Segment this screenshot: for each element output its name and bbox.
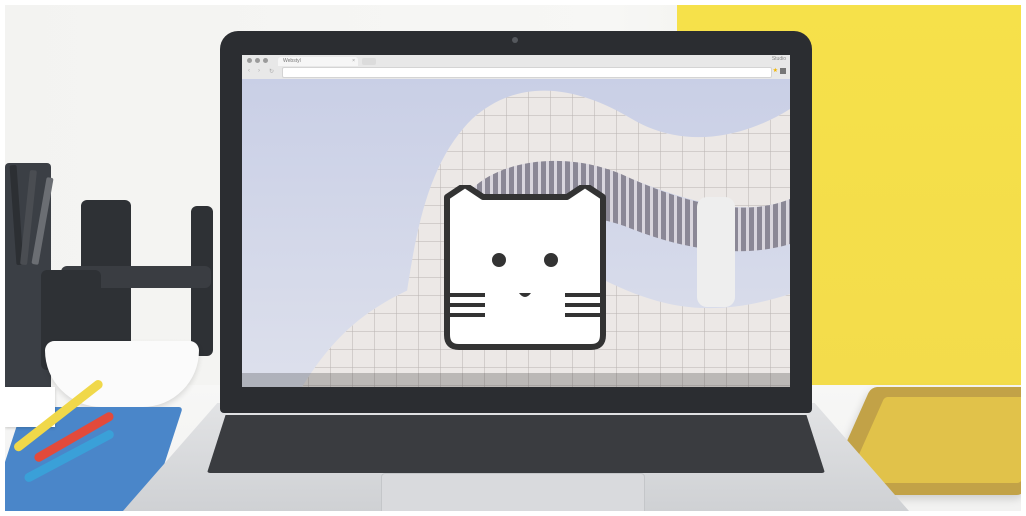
webcam [512,37,518,43]
desk-scene: Webstyl × Studio ‹ › ↻ ★ [5,5,1021,511]
cat-eye-left [492,253,506,267]
reload-icon[interactable]: ↻ [269,68,274,75]
tab-close-icon[interactable]: × [352,57,355,66]
window-close-dot[interactable] [247,58,252,63]
browser-toolbar: Webstyl × Studio ‹ › ↻ ★ [242,55,790,80]
laptop-keyboard [207,415,825,473]
bookmark-star-icon[interactable]: ★ [773,67,778,74]
browser-menu-icon[interactable] [780,68,786,74]
cat-head-outline [444,185,606,350]
browser-tab-label: Webstyl [283,58,301,64]
cat-eye-right [544,253,558,267]
laptop-trackpad [381,473,645,511]
window-zoom-dot[interactable] [263,58,268,63]
back-icon[interactable]: ‹ [248,68,250,74]
browser-tab[interactable]: Webstyl × [278,57,358,66]
cat-face-icon [444,185,606,350]
new-tab-button[interactable] [362,58,376,65]
window-minimize-dot[interactable] [255,58,260,63]
building-column [697,197,735,307]
browser-status-strip [242,373,790,387]
forward-icon[interactable]: › [258,68,260,74]
address-bar[interactable] [282,67,772,78]
profile-label[interactable]: Studio [772,56,786,62]
